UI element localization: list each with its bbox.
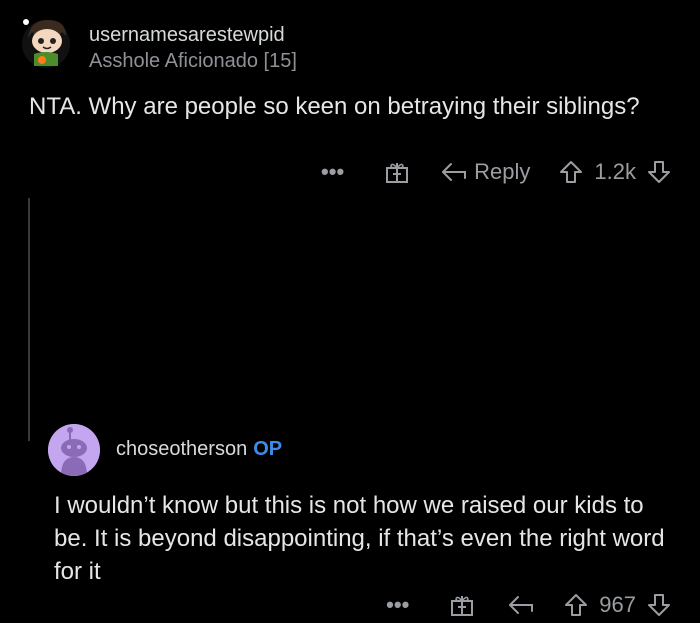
- snoo-icon: [48, 424, 100, 476]
- upvote-arrow-icon: [560, 161, 583, 183]
- comment-body: I wouldn’t know but this is not how we r…: [54, 492, 665, 585]
- upvote-button[interactable]: [563, 592, 589, 618]
- award-button[interactable]: [384, 159, 410, 185]
- comment-body: NTA. Why are people so keen on betraying…: [29, 93, 640, 120]
- reply-arrow-icon: [509, 596, 534, 614]
- comment-author: choseotherson OP: [116, 438, 282, 461]
- user-flair: Asshole Aficionado [15]: [89, 50, 297, 72]
- more-options-button[interactable]: •••: [386, 592, 409, 618]
- gift-icon: [386, 163, 409, 183]
- vote-count: 967: [599, 592, 636, 617]
- reply-arrow-icon: [442, 163, 467, 181]
- downvote-button[interactable]: [646, 159, 672, 185]
- comment-author[interactable]: usernamesarestewpid: [89, 24, 285, 47]
- downvote-arrow-icon: [648, 161, 670, 183]
- downvote-button[interactable]: [646, 592, 672, 618]
- user-avatar[interactable]: [48, 424, 100, 476]
- reply-button[interactable]: Reply: [440, 159, 530, 185]
- more-options-button[interactable]: •••: [321, 159, 344, 185]
- upvote-button[interactable]: [558, 159, 584, 185]
- reply-label: Reply: [474, 159, 531, 184]
- upvote-arrow-icon: [565, 594, 588, 616]
- comment-actions: ••• Reply 1.2k: [321, 154, 700, 190]
- vote-count: 1.2k: [594, 159, 636, 184]
- top-comment: usernamesarestewpid Asshole Aficionado […: [0, 0, 700, 200]
- award-button[interactable]: [449, 592, 475, 618]
- reply-button[interactable]: [507, 593, 535, 617]
- comment-actions: ••• 967: [386, 587, 700, 623]
- reply-comment: choseotherson OP I wouldn’t know but this…: [0, 200, 700, 617]
- op-badge: OP: [253, 438, 283, 460]
- author-name[interactable]: choseotherson: [116, 438, 247, 460]
- user-avatar[interactable]: [18, 14, 74, 70]
- downvote-arrow-icon: [648, 594, 670, 616]
- gift-icon: [451, 596, 474, 616]
